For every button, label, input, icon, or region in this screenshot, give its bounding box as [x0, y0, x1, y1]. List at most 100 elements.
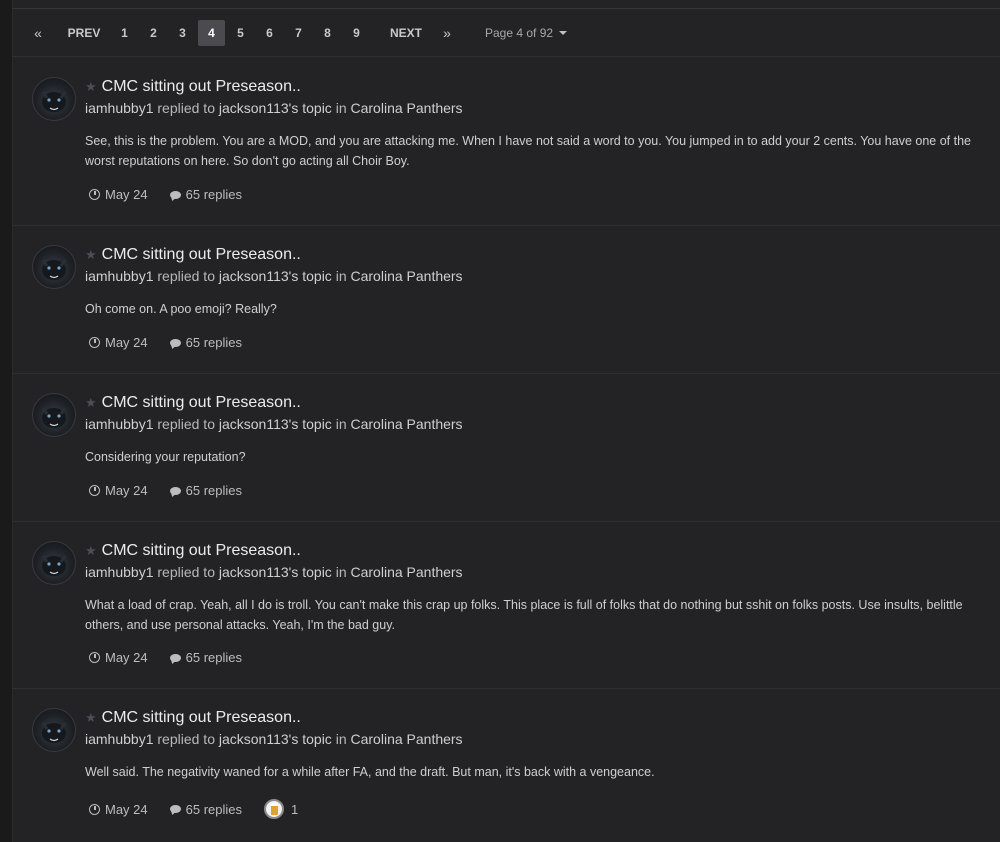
action-text: replied to	[157, 100, 215, 116]
topic-owner-link[interactable]: jackson113's topic	[219, 416, 332, 432]
page-link-5[interactable]: 5	[227, 20, 254, 46]
clock-icon	[89, 803, 100, 815]
item-meta: iamhubby1 replied to jackson113's topic …	[85, 731, 463, 747]
author-link[interactable]: iamhubby1	[85, 564, 154, 580]
panther-avatar-image	[41, 259, 67, 280]
date-text: May 24	[105, 187, 148, 202]
page-link-2[interactable]: 2	[140, 20, 167, 46]
comment-icon	[169, 805, 181, 813]
replies-stat: 65 replies	[169, 335, 242, 350]
panther-avatar-image	[41, 722, 67, 743]
date-text: May 24	[105, 335, 148, 350]
reaction-count: 1	[291, 801, 299, 817]
date-stat: May 24	[89, 187, 148, 202]
next-button[interactable]: NEXT	[375, 20, 437, 46]
replies-stat: 65 replies	[169, 483, 243, 498]
item-meta: iamhubby1 replied to jackson113's topic …	[85, 564, 463, 580]
star-icon: ★	[85, 247, 97, 262]
item-meta: iamhubby1 replied to jackson113's topic …	[85, 416, 463, 432]
forum-link[interactable]: Carolina Panthers	[351, 564, 463, 580]
star-icon: ★	[85, 543, 97, 558]
page-jump-dropdown[interactable]: Page 4 of 92	[485, 20, 568, 46]
first-page-icon[interactable]: «	[28, 20, 48, 46]
reaction-summary[interactable]: 1	[264, 799, 298, 819]
forum-link[interactable]: Carolina Panthers	[351, 100, 463, 116]
author-link[interactable]: iamhubby1	[85, 268, 154, 284]
panther-avatar-image	[41, 91, 67, 112]
topic-owner-link[interactable]: jackson113's topic	[219, 100, 332, 116]
page-link-8[interactable]: 8	[314, 20, 341, 46]
topic-title-link[interactable]: CMC sitting out Preseason..	[102, 78, 301, 96]
forum-link[interactable]: Carolina Panthers	[351, 731, 463, 747]
last-page-icon[interactable]: »	[437, 20, 457, 46]
in-text: in	[335, 731, 347, 747]
replies-text: 65 replies	[185, 187, 243, 202]
activity-item: ★ CMC sitting out Preseason.. iamhubby1 …	[12, 522, 1000, 689]
post-snippet: Considering your reputation?	[85, 450, 246, 464]
clock-icon	[89, 337, 100, 348]
in-text: in	[335, 100, 347, 116]
replies-text: 65 replies	[185, 483, 243, 498]
prev-button[interactable]: PREV	[58, 20, 110, 46]
author-link[interactable]: iamhubby1	[85, 416, 154, 432]
topic-title-link[interactable]: CMC sitting out Preseason..	[102, 246, 301, 264]
item-stats: May 24 65 replies	[89, 335, 264, 350]
item-title-row: ★ CMC sitting out Preseason..	[85, 394, 301, 412]
date-stat: May 24	[89, 802, 148, 817]
post-snippet: See, this is the problem. You are a MOD,…	[85, 134, 971, 168]
comment-icon	[169, 486, 181, 495]
item-stats: May 24 65 replies	[89, 483, 264, 498]
author-link[interactable]: iamhubby1	[85, 100, 154, 116]
topic-title-link[interactable]: CMC sitting out Preseason..	[102, 709, 301, 727]
in-text: in	[335, 416, 347, 432]
replies-stat: 65 replies	[169, 187, 243, 202]
avatar[interactable]	[32, 245, 76, 289]
action-text: replied to	[157, 731, 215, 747]
item-title-row: ★ CMC sitting out Preseason..	[85, 246, 301, 264]
page-link-3[interactable]: 3	[169, 20, 196, 46]
item-meta: iamhubby1 replied to jackson113's topic …	[85, 100, 463, 116]
page-link-current[interactable]: 4	[198, 19, 225, 46]
avatar[interactable]	[32, 77, 76, 121]
item-title-row: ★ CMC sitting out Preseason..	[85, 78, 301, 96]
page-jump-label: Page 4 of 92	[485, 25, 554, 40]
page-link-6[interactable]: 6	[256, 20, 283, 46]
forum-link[interactable]: Carolina Panthers	[351, 416, 463, 432]
item-title-row: ★ CMC sitting out Preseason..	[85, 542, 301, 560]
panther-avatar-image	[41, 407, 67, 428]
avatar[interactable]	[32, 708, 76, 752]
avatar[interactable]	[32, 393, 76, 437]
date-stat: May 24	[89, 483, 148, 498]
activity-item: ★ CMC sitting out Preseason.. iamhubby1 …	[12, 226, 1000, 374]
author-link[interactable]: iamhubby1	[85, 731, 154, 747]
item-meta: iamhubby1 replied to jackson113's topic …	[85, 268, 463, 284]
forum-link[interactable]: Carolina Panthers	[351, 268, 463, 284]
date-text: May 24	[105, 483, 148, 498]
topic-owner-link[interactable]: jackson113's topic	[219, 564, 332, 580]
topic-owner-link[interactable]: jackson113's topic	[219, 268, 332, 284]
item-title-row: ★ CMC sitting out Preseason..	[85, 709, 301, 727]
item-stats: May 24 65 replies	[89, 650, 264, 665]
replies-stat: 65 replies	[169, 802, 242, 817]
comment-icon	[169, 190, 181, 199]
action-text: replied to	[157, 416, 215, 432]
pagination: « PREV 1 2 3 4 5 6 7 8 9 NEXT » Page 4 o…	[12, 9, 1000, 57]
topic-owner-link[interactable]: jackson113's topic	[219, 731, 332, 747]
star-icon: ★	[85, 79, 97, 94]
post-snippet: Well said. The negativity waned for a wh…	[85, 765, 655, 779]
page-link-7[interactable]: 7	[285, 20, 312, 46]
comment-icon	[169, 338, 181, 347]
action-text: replied to	[157, 268, 215, 284]
topic-title-link[interactable]: CMC sitting out Preseason..	[102, 394, 301, 412]
avatar[interactable]	[32, 541, 76, 585]
page-link-1[interactable]: 1	[111, 20, 138, 46]
topic-title-link[interactable]: CMC sitting out Preseason..	[102, 542, 301, 560]
date-stat: May 24	[89, 335, 148, 350]
activity-item: ★ CMC sitting out Preseason.. iamhubby1 …	[12, 58, 1000, 226]
item-stats: May 24 65 replies	[89, 187, 264, 202]
in-text: in	[335, 564, 347, 580]
date-text: May 24	[105, 650, 148, 665]
caret-down-icon	[559, 30, 568, 35]
post-snippet: What a load of crap. Yeah, all I do is t…	[85, 598, 963, 632]
page-link-9[interactable]: 9	[343, 20, 370, 46]
